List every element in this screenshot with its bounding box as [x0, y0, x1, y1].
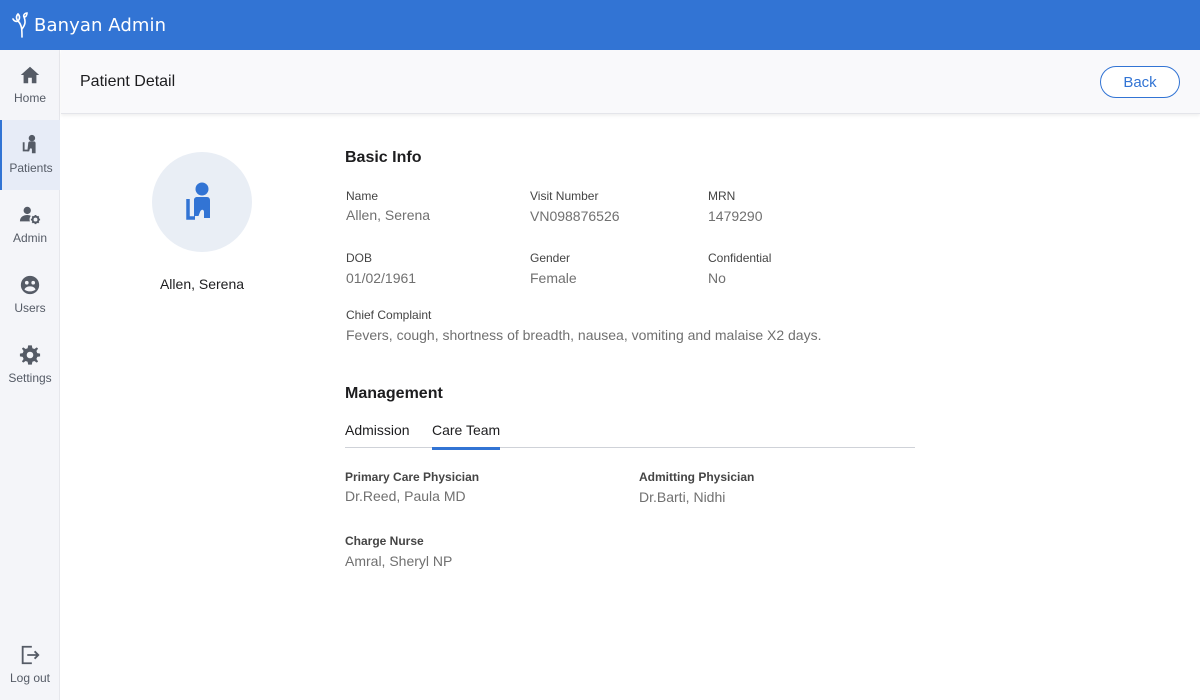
sidebar-item-label: Settings [8, 371, 52, 385]
page-header: Patient Detail Back [61, 50, 1200, 114]
sidebar-item-label: Home [13, 91, 46, 105]
tab-admission[interactable]: Admission [345, 422, 410, 448]
admitting-label: Admitting Physician [639, 470, 755, 484]
sidebar-item-patients[interactable]: Patients [0, 120, 60, 190]
admin-icon [19, 206, 41, 225]
patient-avatar-icon [186, 182, 210, 220]
sidebar-item-logout[interactable]: Log out [0, 630, 60, 700]
patient-name: Allen, Serena [159, 276, 245, 292]
logout-icon [21, 645, 40, 665]
visit-number-value: VN098876526 [530, 208, 620, 224]
sidebar-item-label: Users [14, 301, 46, 315]
charge-nurse-value: Amral, Sheryl NP [345, 553, 453, 569]
dob-label: DOB [346, 251, 373, 265]
home-icon [20, 66, 40, 84]
admitting-value: Dr.Barti, Nidhi [639, 489, 726, 505]
sidebar-item-label: Log out [9, 671, 51, 685]
charge-nurse-label: Charge Nurse [345, 534, 424, 548]
visit-number-label: Visit Number [530, 189, 599, 203]
brand[interactable]: Banyan Admin [12, 12, 166, 38]
management-title: Management [345, 385, 443, 402]
mrn-value: 1479290 [708, 208, 763, 224]
confidential-label: Confidential [708, 251, 772, 265]
sidebar-item-home[interactable]: Home [0, 50, 60, 120]
sidebar: Home Patients Admin Users Settings Log o… [0, 50, 60, 700]
management-tabs: Admission Care Team [345, 420, 915, 450]
confidential-value: No [708, 270, 726, 286]
sidebar-item-label: Admin [12, 231, 47, 245]
app-title: Banyan Admin [34, 14, 167, 36]
banyan-logo-icon [12, 12, 28, 38]
avatar [152, 152, 252, 252]
mrn-label: MRN [708, 189, 736, 203]
gear-icon [19, 345, 41, 365]
gender-value: Female [530, 270, 577, 286]
name-value: Allen, Serena [346, 207, 431, 223]
name-label: Name [346, 189, 379, 203]
page-title: Patient Detail [80, 72, 176, 90]
chief-complaint-value: Fevers, cough, shortness of breadth, nau… [346, 327, 822, 343]
sidebar-item-users[interactable]: Users [0, 260, 60, 330]
patient-icon [22, 134, 36, 154]
dob-value: 01/02/1961 [346, 270, 417, 286]
gender-label: Gender [530, 251, 571, 265]
primary-care-label: Primary Care Physician [345, 470, 480, 484]
chief-complaint-label: Chief Complaint [346, 308, 432, 322]
primary-care-value: Dr.Reed, Paula MD [345, 488, 466, 504]
sidebar-item-admin[interactable]: Admin [0, 190, 60, 260]
app-bar: Banyan Admin [0, 0, 1200, 50]
users-icon [20, 275, 40, 295]
tab-care-team[interactable]: Care Team [432, 422, 501, 450]
sidebar-item-label: Patients [9, 161, 53, 175]
basic-info-title: Basic Info [345, 149, 422, 166]
sidebar-item-settings[interactable]: Settings [0, 330, 60, 400]
back-button[interactable]: Back [1100, 66, 1180, 98]
